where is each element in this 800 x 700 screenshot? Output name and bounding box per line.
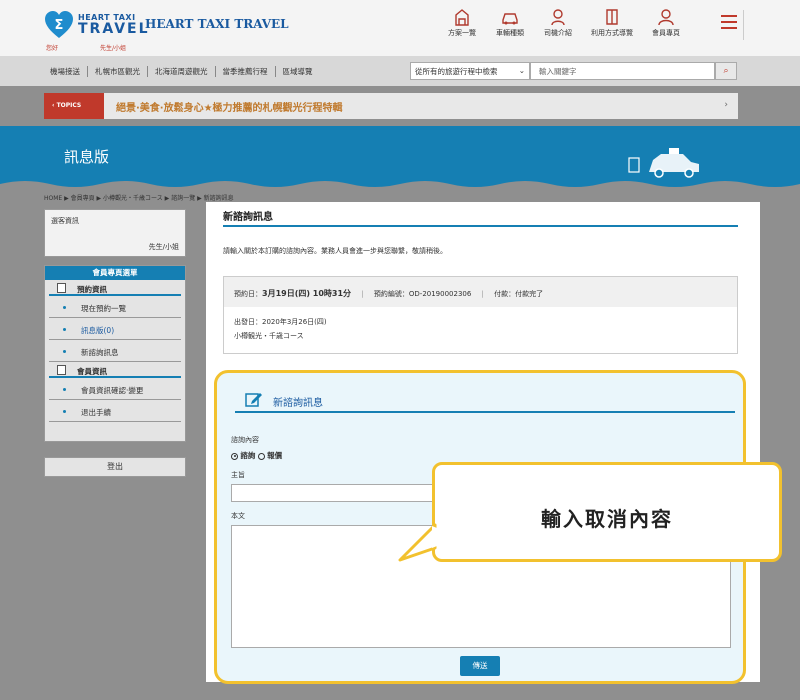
menu-new-inquiry[interactable]: 新諮詢訊息	[49, 340, 181, 362]
page-title: 訊息版	[64, 148, 110, 166]
menu-member-edit[interactable]: 會員資訊確認·變更	[49, 378, 181, 400]
user-info-title: 選客資訊	[51, 217, 79, 225]
form-header: 新諮詢訊息	[235, 385, 735, 413]
menu-current-reservations[interactable]: 現在預約一覽	[49, 296, 181, 318]
user-name: 先生/小姐	[100, 45, 127, 52]
menu-message-board[interactable]: 訊息版(0)	[49, 318, 181, 340]
hamburger-menu-icon[interactable]	[721, 15, 737, 33]
arrow-icon: ‹	[52, 102, 55, 109]
form-title: 新諮詢訊息	[273, 398, 323, 409]
reservation-info: 預約日：3月19日(四) 10時31分 | 預約編號：OD-2019000230…	[223, 276, 738, 354]
nav-drivers[interactable]: 司機介紹	[534, 8, 582, 38]
radio-inquiry[interactable]	[231, 452, 238, 460]
member-menu: 會員專頁選單 預約資訊 現在預約一覽 訊息版(0) 新諮詢訊息 會員資訊 會員資…	[44, 265, 186, 442]
user-icon	[658, 9, 674, 26]
edit-icon	[245, 393, 262, 407]
reservation-date: 3月19日(四) 10時31分	[262, 289, 352, 298]
topics-tag: ‹ TOPICS	[44, 93, 104, 119]
greeting: 您好	[46, 45, 59, 52]
taxi-illustration-icon	[628, 148, 699, 178]
subject-label: 主旨	[231, 471, 245, 479]
send-button[interactable]: 傳送	[460, 656, 500, 676]
header-nav: 方案一覽 車輛種類 司機介紹 利用方式導覽 會員專頁	[438, 8, 690, 38]
payment-status: 付款完了	[515, 290, 544, 298]
heart-logo-icon: Σ	[45, 11, 73, 38]
menu-group-member: 會員資訊	[49, 362, 181, 378]
nav-member[interactable]: 會員專頁	[642, 8, 690, 38]
reservation-number: OD-20190002306	[408, 290, 472, 298]
departure-date: 2020年3月26日(四)	[262, 318, 327, 326]
logo-line2: TRAVEL	[78, 21, 150, 37]
chevron-down-icon: ⌄	[518, 66, 525, 75]
subnav-sapporo[interactable]: 札幌市區觀光	[87, 66, 147, 77]
brand-name: HEART TAXI TRAVEL	[145, 17, 289, 31]
search-icon[interactable]: ⌕	[715, 62, 737, 80]
callout-text: 輸入取消內容	[541, 507, 673, 531]
user-info-name: 先生/小姐	[148, 243, 179, 251]
plan-icon	[455, 9, 469, 26]
svg-text:Σ: Σ	[55, 18, 64, 33]
search-input[interactable]: 輸入關鍵字	[530, 62, 715, 80]
logo[interactable]: Σ HEART TAXI TRAVEL	[44, 10, 150, 40]
search-category-select[interactable]: 從所有的旅遊行程中檢索 ⌄	[410, 62, 530, 80]
main-title: 新諮詢訊息	[223, 212, 273, 223]
wave-decoration	[0, 181, 800, 188]
driver-icon	[551, 9, 565, 26]
breadcrumb[interactable]: HOME ▶ 會員專頁 ▶ 小樽觀光・千歳コース ▶ 諮詢一覽 ▶ 新諮詢訊息	[44, 193, 234, 202]
member-card-icon	[57, 365, 66, 375]
body-label: 本文	[231, 512, 245, 520]
menu-group-reservation: 預約資訊	[49, 280, 181, 296]
logout-button[interactable]: 登出	[44, 457, 186, 477]
inquiry-type-label: 諮詢內容	[231, 436, 259, 444]
document-icon	[57, 283, 66, 293]
user-info-box: 選客資訊 先生/小姐	[44, 209, 186, 257]
nav-vehicles[interactable]: 車輛種類	[486, 8, 534, 38]
header-divider	[743, 10, 744, 40]
menu-withdraw[interactable]: 退出手續	[49, 400, 181, 422]
callout-tail	[398, 523, 437, 562]
callout-bubble: 輸入取消內容	[432, 462, 782, 562]
course-name: 小樽観光・千歳コース	[234, 332, 304, 340]
sub-navigation: 機場接送 札幌市區觀光 北海道周遊觀光 當季推薦行程 區域導覽 從所有的旅遊行程…	[0, 56, 800, 86]
book-icon	[606, 9, 618, 25]
main-content: 新諮詢訊息 請輸入關於本訂購的諮詢內容。業務人員會進一步與您聯繫，敬請稍後。 預…	[206, 202, 760, 684]
subnav-area[interactable]: 區域導覽	[274, 66, 320, 77]
main-description: 請輸入關於本訂購的諮詢內容。業務人員會進一步與您聯繫，敬請稍後。	[223, 247, 447, 255]
member-menu-header: 會員專頁選單	[45, 266, 185, 280]
title-underline	[223, 225, 738, 227]
nav-guide[interactable]: 利用方式導覽	[582, 8, 642, 38]
subnav-seasonal[interactable]: 當季推薦行程	[214, 66, 275, 77]
subnav-airport[interactable]: 機場接送	[44, 66, 87, 77]
page-banner: 訊息版	[0, 126, 800, 188]
subnav-hokkaido[interactable]: 北海道周遊觀光	[147, 66, 215, 77]
topics-text: 絕景·美食·放鬆身心★極力推薦的札幌觀光行程特輯	[116, 103, 343, 114]
nav-plans[interactable]: 方案一覽	[438, 8, 486, 38]
car-icon	[502, 13, 518, 25]
chevron-right-icon: ›	[724, 100, 728, 110]
radio-quote[interactable]	[257, 452, 265, 460]
inquiry-type-radios: 諮詢 報價	[231, 450, 282, 461]
site-header: Σ HEART TAXI TRAVEL HEART TAXI TRAVEL 您好…	[0, 0, 800, 56]
topics-bar[interactable]: ‹ TOPICS 絕景·美食·放鬆身心★極力推薦的札幌觀光行程特輯 ›	[44, 93, 738, 119]
